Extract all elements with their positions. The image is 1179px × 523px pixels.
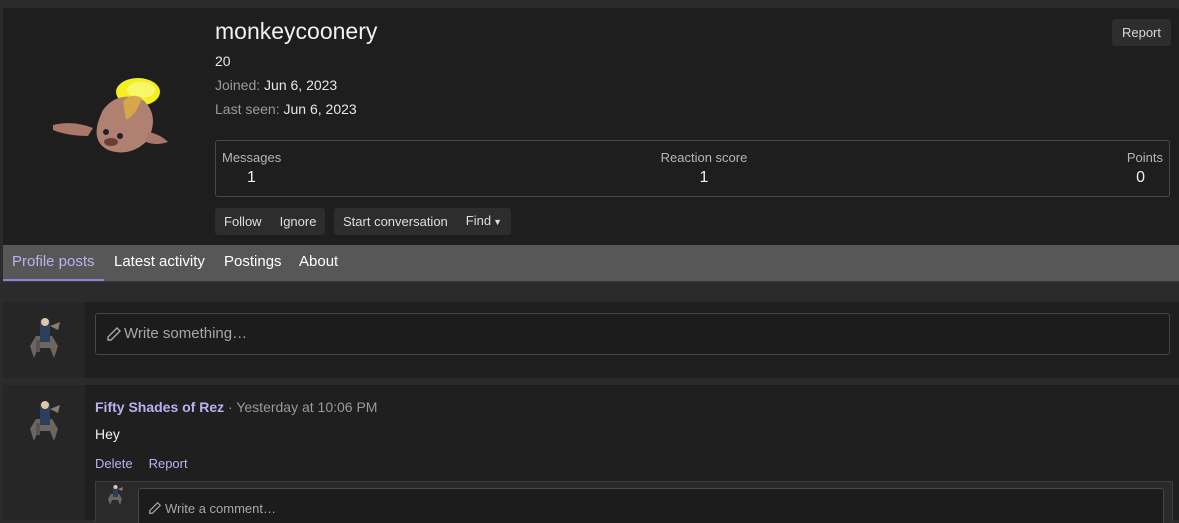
joined-label: Joined:	[215, 77, 261, 93]
joined-row: Joined: Jun 6, 2023	[215, 77, 337, 93]
start-conversation-button[interactable]: Start conversation	[334, 208, 457, 235]
tab-postings[interactable]: Postings	[215, 245, 291, 281]
last-seen-value[interactable]: Jun 6, 2023	[284, 101, 357, 117]
post-author[interactable]: Fifty Shades of Rez	[95, 399, 224, 415]
pencil-icon	[149, 501, 162, 514]
tab-profile-posts[interactable]: Profile posts	[3, 245, 104, 281]
report-link[interactable]: Report	[149, 456, 188, 471]
username: monkeycoonery	[215, 18, 378, 44]
post-separator: ·	[228, 399, 233, 415]
avatar[interactable]	[22, 316, 66, 360]
stat-value: 1	[247, 169, 256, 186]
pencil-icon	[107, 327, 121, 341]
stats-box: Messages 1 Reaction score 1 Points 0	[215, 140, 1170, 197]
post-actions: Delete Report	[95, 456, 204, 471]
report-button[interactable]: Report	[1111, 19, 1171, 46]
user-age: 20	[215, 53, 231, 69]
delete-link[interactable]: Delete	[95, 456, 133, 471]
avatar	[53, 78, 168, 153]
follow-ignore-group: Follow Ignore	[215, 208, 326, 235]
conversation-find-group: Start conversation Find ▼	[334, 208, 511, 235]
profile-post: Fifty Shades of Rez · Yesterday at 10:06…	[3, 385, 1179, 523]
stat-reaction-score[interactable]: Reaction score 1	[660, 150, 748, 187]
profile-header: monkeycoonery 20 Joined: Jun 6, 2023 Las…	[3, 8, 1179, 245]
stat-label: Points	[1126, 150, 1163, 165]
write-something-placeholder: Write something…	[124, 325, 248, 342]
stat-value: 0	[1136, 169, 1145, 186]
caret-down-icon: ▼	[493, 217, 502, 227]
composer-avatar-column	[3, 302, 85, 378]
write-comment-placeholder: Write a comment…	[165, 501, 277, 516]
last-seen-label: Last seen:	[215, 101, 280, 117]
post-time[interactable]: Yesterday at 10:06 PM	[236, 399, 377, 415]
find-label: Find	[465, 213, 492, 228]
top-strip	[0, 0, 1179, 6]
comment-area: Write a comment…	[95, 481, 1173, 523]
avatar[interactable]	[104, 484, 126, 506]
profile-tabs: Profile posts Latest activity Postings A…	[3, 245, 1179, 282]
tab-about[interactable]: About	[290, 245, 347, 281]
ignore-button[interactable]: Ignore	[271, 208, 326, 235]
last-seen-row: Last seen: Jun 6, 2023	[215, 101, 357, 117]
post-avatar-column	[3, 385, 85, 520]
follow-button[interactable]: Follow	[215, 208, 271, 235]
stat-points[interactable]: Points 0	[1127, 150, 1163, 187]
avatar[interactable]	[22, 399, 66, 443]
stat-messages[interactable]: Messages 1	[222, 150, 281, 187]
write-something-input[interactable]: Write something…	[95, 313, 1170, 355]
joined-value: Jun 6, 2023	[264, 77, 338, 93]
stat-label: Messages	[222, 150, 282, 165]
stat-label: Reaction score	[660, 150, 748, 165]
post-header: Fifty Shades of Rez · Yesterday at 10:06…	[95, 399, 377, 415]
write-comment-input[interactable]: Write a comment…	[138, 488, 1164, 523]
post-body: Hey	[95, 426, 120, 442]
stat-value: 1	[699, 169, 709, 186]
find-button[interactable]: Find ▼	[457, 207, 511, 236]
profile-post-composer: Write something…	[3, 302, 1179, 378]
tab-latest-activity[interactable]: Latest activity	[105, 245, 214, 281]
